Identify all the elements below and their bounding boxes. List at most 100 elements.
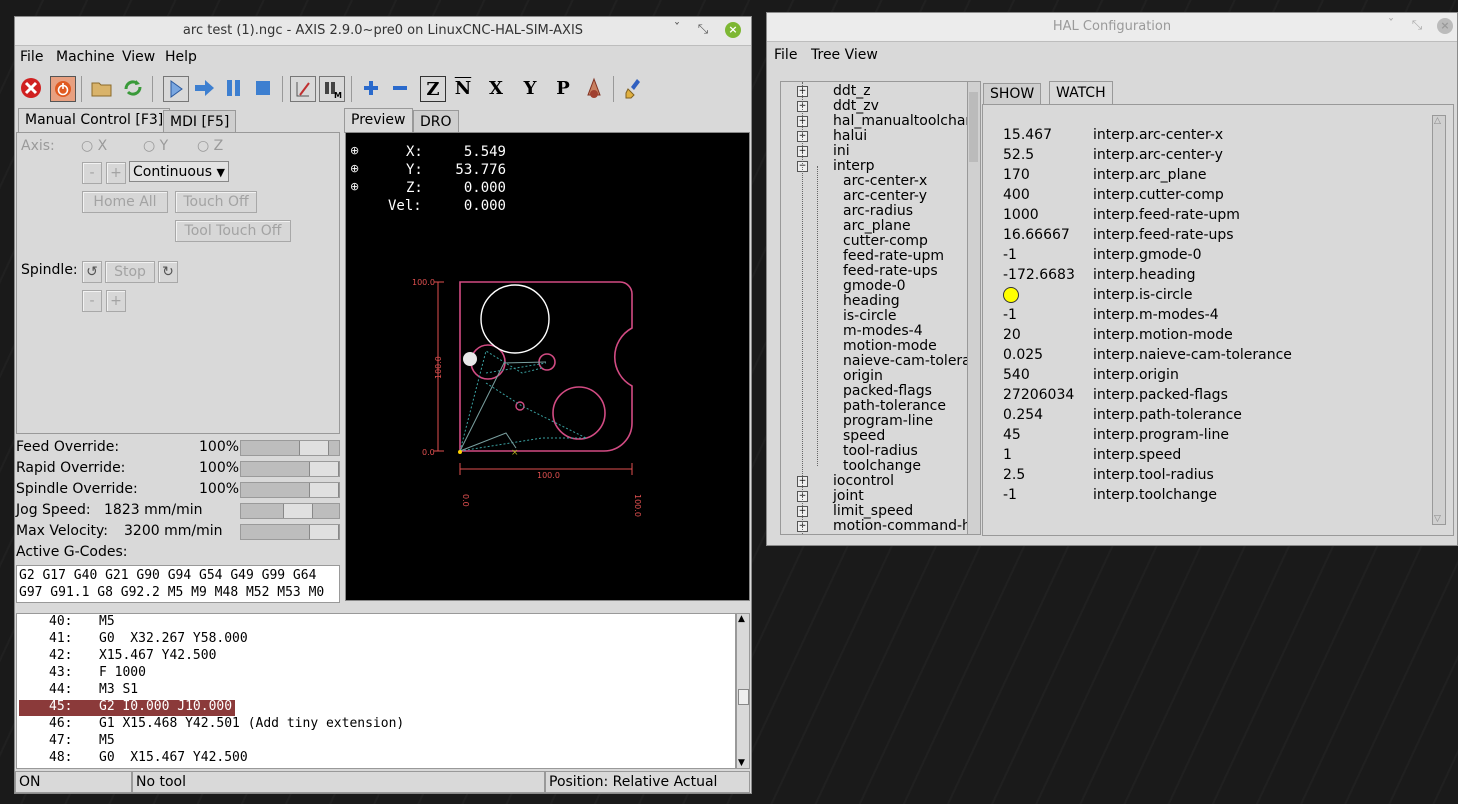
tree-node[interactable]: + iocontrol xyxy=(797,473,894,489)
watch-row[interactable]: 1000 interp.feed-rate-upm xyxy=(1003,207,1423,225)
stop-icon[interactable] xyxy=(251,76,275,100)
gcode-scrollbar[interactable]: ▲ ▼ xyxy=(736,613,750,769)
hal-tree-scroll-thumb[interactable] xyxy=(969,92,978,162)
menu-file[interactable]: File xyxy=(20,49,43,65)
tree-leaf[interactable]: arc-center-y xyxy=(843,188,927,204)
watch-row[interactable]: 16.66667 interp.feed-rate-ups xyxy=(1003,227,1423,245)
scroll-up-icon[interactable]: ▲ xyxy=(738,614,745,624)
jog-speed-slider[interactable] xyxy=(240,503,340,519)
hal-titlebar[interactable]: HAL Configuration ˇ ⤡ × xyxy=(767,13,1457,42)
watch-row[interactable]: -1 interp.gmode-0 xyxy=(1003,247,1423,265)
tree-node[interactable]: + hal_manualtoolchan xyxy=(797,113,967,129)
axis-titlebar[interactable]: arc test (1).ngc - AXIS 2.9.0~pre0 on Li… xyxy=(15,17,751,46)
spindle-cw-icon[interactable]: ↻ xyxy=(158,261,178,283)
spindle-ccw-icon[interactable]: ↺ xyxy=(82,261,102,283)
rotate-view-icon[interactable] xyxy=(582,76,606,100)
tree-leaf[interactable]: m-modes-4 xyxy=(843,323,923,339)
tab-mdi[interactable]: MDI [F5] xyxy=(163,110,237,133)
tree-node[interactable]: + motion-command-ha xyxy=(797,518,967,534)
tree-leaf[interactable]: speed xyxy=(843,428,885,444)
watch-row[interactable]: 1 interp.speed xyxy=(1003,447,1423,465)
tab-show[interactable]: SHOW xyxy=(983,83,1042,104)
radio-axis-y[interactable]: ○ Y xyxy=(143,138,168,154)
tree-leaf[interactable]: origin xyxy=(843,368,883,384)
tab-manual-control[interactable]: Manual Control [F3] xyxy=(18,108,171,133)
hal-tree-panel[interactable]: + ddt_z + ddt_zv + hal_manualtoolchan + halui + i… xyxy=(780,81,968,535)
watch-row[interactable]: -1 interp.toolchange xyxy=(1003,487,1423,505)
watch-row[interactable]: -172.6683 interp.heading xyxy=(1003,267,1423,285)
tree-leaf[interactable]: naieve-cam-tolera xyxy=(843,353,967,369)
view-p-icon[interactable]: P xyxy=(551,76,575,100)
minimize-icon[interactable]: ˇ xyxy=(1383,18,1399,34)
tree-node[interactable]: + ini xyxy=(797,143,850,159)
tree-leaf[interactable]: packed-flags xyxy=(843,383,932,399)
feed-override-slider[interactable] xyxy=(240,440,340,456)
tree-node[interactable]: + ddt_zv xyxy=(797,98,879,114)
tree-leaf[interactable]: arc-radius xyxy=(843,203,913,219)
tree-leaf[interactable]: path-tolerance xyxy=(843,398,946,414)
watch-row[interactable]: 540 interp.origin xyxy=(1003,367,1423,385)
reload-icon[interactable] xyxy=(121,76,145,100)
tree-node[interactable]: + limit_speed xyxy=(797,503,913,519)
tool-touch-off-button[interactable]: Tool Touch Off xyxy=(175,220,291,242)
view-z-icon[interactable]: Z xyxy=(420,76,446,102)
tree-leaf[interactable]: arc_plane xyxy=(843,218,911,234)
tree-leaf[interactable]: is-circle xyxy=(843,308,896,324)
hal-menu-file[interactable]: File xyxy=(774,47,797,63)
hal-tree-scrollbar[interactable] xyxy=(967,81,981,535)
tree-leaf[interactable]: toolchange xyxy=(843,458,921,474)
jog-plus-button[interactable]: + xyxy=(106,162,126,184)
gcode-listing[interactable]: 40: M5 41: G0 X32.267 Y58.000 42: X15.467 Y… xyxy=(16,613,736,769)
tab-watch[interactable]: WATCH xyxy=(1049,81,1113,104)
watch-row[interactable]: interp.is-circle xyxy=(1003,287,1423,305)
max-velocity-slider[interactable] xyxy=(240,524,340,540)
menu-machine[interactable]: Machine xyxy=(56,49,115,65)
gcode-scroll-thumb[interactable] xyxy=(738,689,749,705)
tree-leaf[interactable]: heading xyxy=(843,293,900,309)
watch-row[interactable]: 170 interp.arc_plane xyxy=(1003,167,1423,185)
jog-minus-button[interactable]: - xyxy=(82,162,102,184)
minimize-icon[interactable]: ˇ xyxy=(669,22,685,38)
touch-off-button[interactable]: Touch Off xyxy=(175,191,257,213)
menu-help[interactable]: Help xyxy=(165,49,197,65)
run-icon[interactable] xyxy=(163,76,189,102)
tree-node[interactable]: + halui xyxy=(797,128,867,144)
close-icon[interactable]: × xyxy=(725,22,741,38)
tab-dro[interactable]: DRO xyxy=(413,110,459,133)
home-all-button[interactable]: Home All xyxy=(82,191,168,213)
tree-leaf[interactable]: feed-rate-upm xyxy=(843,248,944,264)
pause-icon[interactable] xyxy=(222,76,246,100)
machine-power-icon[interactable] xyxy=(50,76,76,102)
tree-leaf[interactable]: cutter-comp xyxy=(843,233,928,249)
open-folder-icon[interactable] xyxy=(90,76,114,100)
tree-leaf[interactable]: arc-center-x xyxy=(843,173,927,189)
close-icon[interactable]: × xyxy=(1437,18,1453,34)
tree-leaf[interactable]: gmode-0 xyxy=(843,278,906,294)
watch-row[interactable]: 52.5 interp.arc-center-y xyxy=(1003,147,1423,165)
menu-view[interactable]: View xyxy=(122,49,155,65)
watch-row[interactable]: -1 interp.m-modes-4 xyxy=(1003,307,1423,325)
scroll-up-icon[interactable]: △ xyxy=(1434,116,1441,126)
scroll-down-icon[interactable]: ▽ xyxy=(1434,514,1441,524)
radio-axis-z[interactable]: ○ Z xyxy=(197,138,223,154)
radio-axis-x[interactable]: ○ X xyxy=(81,138,107,154)
zoom-out-icon[interactable] xyxy=(388,76,412,100)
estop-icon[interactable] xyxy=(19,76,43,100)
watch-row[interactable]: 20 interp.motion-mode xyxy=(1003,327,1423,345)
step-icon[interactable] xyxy=(192,76,216,100)
tree-node[interactable]: + joint xyxy=(797,488,864,504)
tree-node[interactable]: − interp xyxy=(797,158,875,174)
tree-leaf[interactable]: motion-mode xyxy=(843,338,937,354)
spindle-minus-button[interactable]: - xyxy=(82,290,102,312)
tab-preview[interactable]: Preview xyxy=(344,108,413,133)
view-z2-icon[interactable]: N xyxy=(451,76,475,100)
watch-row[interactable]: 45 interp.program-line xyxy=(1003,427,1423,445)
optional-stop-icon[interactable]: M1 xyxy=(319,76,345,102)
tree-node[interactable]: + ddt_z xyxy=(797,83,871,99)
watch-row[interactable]: 0.025 interp.naieve-cam-tolerance xyxy=(1003,347,1423,365)
tree-leaf[interactable]: program-line xyxy=(843,413,933,429)
scroll-down-icon[interactable]: ▼ xyxy=(738,758,745,768)
watch-row[interactable]: 27206034 interp.packed-flags xyxy=(1003,387,1423,405)
rapid-override-slider[interactable] xyxy=(240,461,340,477)
view-x-icon[interactable]: X xyxy=(484,76,508,100)
